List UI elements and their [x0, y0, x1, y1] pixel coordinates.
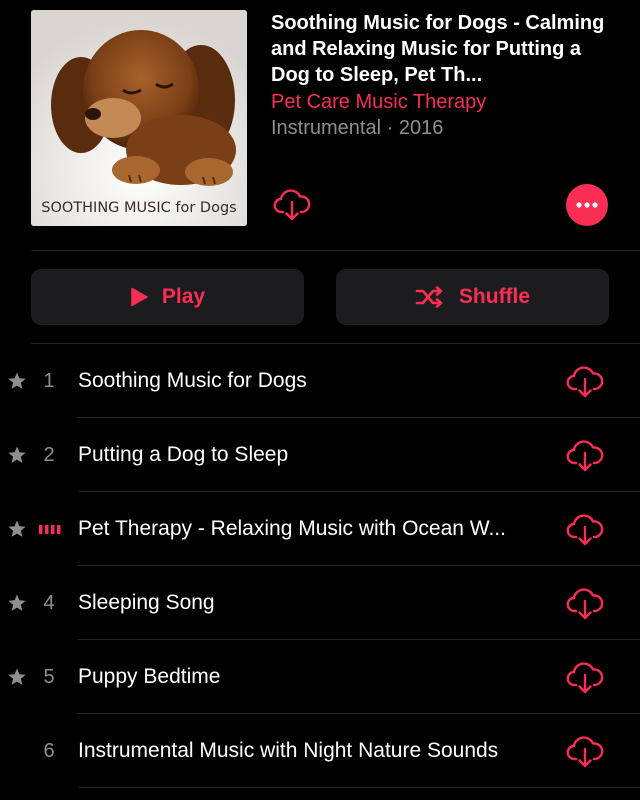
track-title: Pet Therapy - Relaxing Music with Ocean … [78, 517, 506, 540]
shuffle-label: Shuffle [458, 285, 531, 308]
cloud-download-icon [566, 514, 604, 546]
star-icon [8, 668, 26, 685]
shuffle-button[interactable]: Shuffle [336, 269, 609, 325]
ellipsis-icon [576, 202, 598, 208]
cloud-download-icon [566, 662, 604, 694]
more-options-button[interactable] [566, 184, 608, 226]
shuffle-icon [415, 286, 443, 308]
track-title: Putting a Dog to Sleep [78, 443, 289, 466]
track-download-button[interactable] [566, 437, 604, 473]
track-row-6[interactable]: 6 Instrumental Music with Night Nature S… [0, 714, 640, 788]
track-number: 6 [43, 740, 55, 762]
track-row-3[interactable]: 3 Pet Therapy - Relaxing Music with Ocea… [0, 492, 640, 566]
track-row-4[interactable]: 4 Sleeping Song [0, 566, 640, 640]
album-artist-link[interactable]: Pet Care Music Therapy [271, 89, 486, 115]
play-label: Play [161, 285, 206, 308]
album-genre-year: Instrumental · 2016 [271, 117, 444, 139]
track-number: 4 [43, 592, 55, 614]
track-title: Puppy Bedtime [78, 665, 221, 688]
cloud-download-icon [566, 366, 604, 398]
track-title: Instrumental Music with Night Nature Sou… [78, 739, 499, 762]
track-row-2[interactable]: 2 Putting a Dog to Sleep [0, 418, 640, 492]
track-download-button[interactable] [566, 585, 604, 621]
star-icon [8, 520, 26, 537]
cloud-download-icon [566, 736, 604, 768]
play-button[interactable]: Play [31, 269, 304, 325]
track-download-button[interactable] [566, 363, 604, 399]
track-title: Soothing Music for Dogs [78, 369, 307, 392]
puppy-image [31, 10, 247, 226]
cloud-download-icon [566, 440, 604, 472]
track-number: 5 [43, 666, 55, 688]
play-icon [131, 287, 148, 307]
album-art-caption: SOOTHING MUSIC for Dogs [41, 200, 237, 216]
track-number: 2 [43, 444, 55, 466]
track-title: Sleeping Song [78, 591, 215, 614]
album-download-button[interactable] [273, 186, 311, 222]
track-row-5[interactable]: 5 Puppy Bedtime [0, 640, 640, 714]
cloud-download-icon [566, 588, 604, 620]
track-download-button[interactable] [566, 511, 604, 547]
now-playing-bars-icon [39, 525, 61, 534]
star-icon [8, 372, 26, 389]
cloud-download-icon [273, 189, 311, 221]
track-separator [78, 787, 640, 788]
track-download-button[interactable] [566, 733, 604, 769]
album-artwork[interactable]: SOOTHING MUSIC for Dogs [31, 10, 247, 226]
track-number: 1 [43, 370, 55, 392]
track-row-1[interactable]: 1 Soothing Music for Dogs [0, 344, 640, 418]
header-divider [31, 250, 640, 251]
star-icon [8, 594, 26, 611]
track-download-button[interactable] [566, 659, 604, 695]
star-icon [8, 446, 26, 463]
album-title: Soothing Music for Dogs - Calming and Re… [271, 12, 605, 86]
